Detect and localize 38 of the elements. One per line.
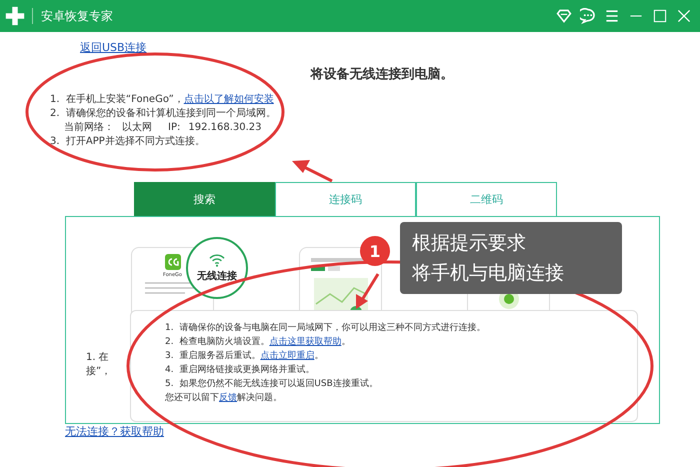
help-item: 4. 重启网络链接或更换网络并重试。 bbox=[165, 364, 316, 377]
app-logo-icon bbox=[164, 254, 180, 270]
partial-text: 接”， bbox=[86, 365, 112, 379]
step-text: 2. 请确保您的设备和计算机连接到同一个局域网。 bbox=[50, 107, 277, 121]
step-badge: 1 bbox=[360, 236, 390, 266]
callout-text: 根据提示要求 bbox=[412, 231, 527, 256]
ip-label: IP: bbox=[168, 121, 180, 135]
network-value: 以太网 bbox=[122, 121, 152, 135]
step-text: 1. 在手机上安装“FoneGo”，点击以了解如何安装 bbox=[50, 93, 275, 107]
menu-icon[interactable] bbox=[604, 8, 620, 24]
feedback-link[interactable]: 反馈 bbox=[219, 393, 237, 403]
help-link[interactable]: 点击立即重启 bbox=[260, 351, 314, 361]
help-link[interactable]: 无法连接？获取帮助 bbox=[65, 424, 164, 439]
diamond-icon[interactable] bbox=[556, 8, 572, 24]
wifi-icon bbox=[208, 253, 226, 267]
help-item: 1. 请确保你的设备与电脑在同一局域网下，你可以用这三种不同方式进行连接。 bbox=[165, 322, 486, 335]
partial-text: 1. 在 bbox=[86, 351, 109, 365]
help-item: 3. 重启服务器后重试。点击立即重启。 bbox=[165, 350, 324, 363]
tab[interactable]: 搜索 bbox=[134, 182, 275, 216]
help-item: 2. 检查电脑防火墙设置。点击这里获取帮助。 bbox=[165, 336, 352, 349]
step-text: 3. 打开APP并选择不同方式连接。 bbox=[50, 135, 206, 149]
chat-icon[interactable] bbox=[580, 8, 596, 24]
cross-logo-icon bbox=[4, 5, 26, 27]
maximize-icon[interactable] bbox=[652, 8, 668, 24]
install-link[interactable]: 点击以了解如何安装 bbox=[184, 94, 274, 105]
back-link[interactable]: 返回USB连接 bbox=[80, 40, 147, 55]
network-label: 当前网络： bbox=[64, 121, 114, 135]
help-item: 5. 如果您仍然不能无线连接可以返回USB连接重试。 bbox=[165, 378, 379, 391]
feedback-text: 您还可以留下反馈解决问题。 bbox=[165, 392, 283, 405]
help-link[interactable]: 点击这里获取帮助 bbox=[269, 337, 342, 347]
callout-text: 将手机与电脑连接 bbox=[412, 261, 565, 286]
annotation-arrow bbox=[292, 160, 333, 182]
window-title: 安卓恢复专家 bbox=[41, 8, 113, 24]
annotation-arrow bbox=[356, 273, 380, 309]
wireless-label: 无线连接 bbox=[197, 270, 237, 283]
ip-address: 192.168.30.23 bbox=[188, 121, 262, 135]
heading: 将设备无线连接到电脑。 bbox=[310, 66, 454, 83]
close-icon[interactable] bbox=[676, 8, 692, 24]
